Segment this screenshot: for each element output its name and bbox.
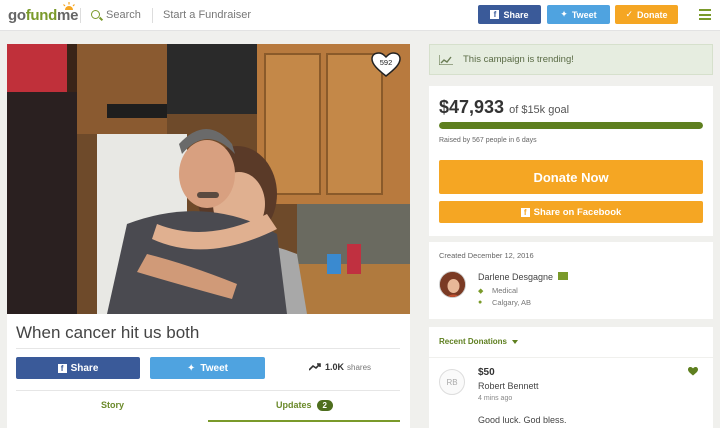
- mail-icon[interactable]: [558, 272, 569, 280]
- donate-now-button[interactable]: Donate Now: [439, 160, 703, 194]
- campaign-title: When cancer hit us both: [16, 323, 200, 342]
- header-donate-button[interactable]: ✓ Donate: [615, 5, 678, 24]
- progress-fill: [439, 122, 703, 129]
- facebook-icon: f: [57, 363, 67, 373]
- donation-message: Good luck. God bless.: [478, 415, 567, 425]
- header-share-button[interactable]: f Share: [478, 5, 541, 24]
- donor-avatar: RB: [439, 369, 465, 395]
- raised-amount: $47,933 of $15k goal: [439, 97, 570, 117]
- start-fundraiser-link[interactable]: Start a Fundraiser: [163, 9, 251, 21]
- header-tweet-button[interactable]: ✦ Tweet: [547, 5, 610, 24]
- shares-count: 1.0K shares: [309, 362, 371, 372]
- share-on-facebook-button[interactable]: f Share on Facebook: [439, 201, 703, 223]
- share-button[interactable]: f Share: [16, 357, 140, 379]
- raised-by-text: Raised by 567 people in 6 days: [439, 137, 537, 144]
- caret-down-icon: [512, 339, 519, 344]
- facebook-icon: f: [490, 10, 500, 19]
- chart-icon: [439, 54, 453, 65]
- facebook-icon: f: [520, 207, 530, 217]
- donor-name: Robert Bennett: [478, 381, 539, 391]
- shares-label: shares: [347, 362, 372, 372]
- divider: [16, 390, 400, 391]
- updates-count-badge: 2: [316, 400, 333, 411]
- search-link[interactable]: Search: [91, 9, 141, 21]
- gofundme-logo[interactable]: gofundme: [8, 2, 78, 24]
- location-pin-icon: ●: [478, 299, 483, 306]
- twitter-icon: ✦: [560, 9, 568, 19]
- trend-up-icon: [309, 363, 321, 371]
- search-label: Search: [106, 9, 141, 21]
- tag-icon: ◆: [478, 287, 484, 295]
- heart-count: 592: [379, 58, 393, 67]
- nav-divider: [152, 8, 153, 23]
- heart-count-badge[interactable]: 592: [371, 52, 401, 78]
- campaign-photo: [7, 44, 410, 314]
- organizer-name[interactable]: Darlene Desgagne: [478, 272, 569, 282]
- donation-item: [429, 358, 713, 428]
- donation-amount: $50: [478, 367, 495, 378]
- hamburger-menu-icon[interactable]: [699, 9, 711, 20]
- created-date: Created December 12, 2016: [439, 251, 534, 260]
- progress-bar: [439, 122, 703, 129]
- top-header: gofundme Search Start a Fundraiser f Shar…: [0, 0, 720, 31]
- tweet-button[interactable]: ✦ Tweet: [150, 357, 265, 379]
- goal-text: of $15k goal: [509, 104, 570, 116]
- recent-donations-toggle[interactable]: Recent Donations: [439, 337, 519, 346]
- search-icon: [91, 10, 100, 19]
- sun-icon: [63, 2, 75, 10]
- tab-updates[interactable]: Updates 2: [276, 400, 333, 411]
- location: ● Calgary, AB: [478, 298, 532, 307]
- organizer-avatar[interactable]: [439, 271, 466, 298]
- trending-banner: This campaign is trending!: [429, 44, 713, 75]
- tab-story[interactable]: Story: [101, 400, 124, 410]
- category: ◆ Medical: [478, 286, 518, 295]
- trending-text: This campaign is trending!: [463, 54, 574, 65]
- heart-icon[interactable]: [688, 367, 698, 376]
- shares-number: 1.0K: [325, 362, 345, 372]
- check-icon: ✓: [625, 9, 634, 19]
- twitter-icon: ✦: [187, 362, 196, 374]
- nav-divider: [80, 8, 81, 23]
- divider: [16, 348, 400, 349]
- photo-illustration: [7, 44, 410, 314]
- active-tab-indicator: [208, 420, 400, 422]
- donation-time: 4 mins ago: [478, 395, 513, 402]
